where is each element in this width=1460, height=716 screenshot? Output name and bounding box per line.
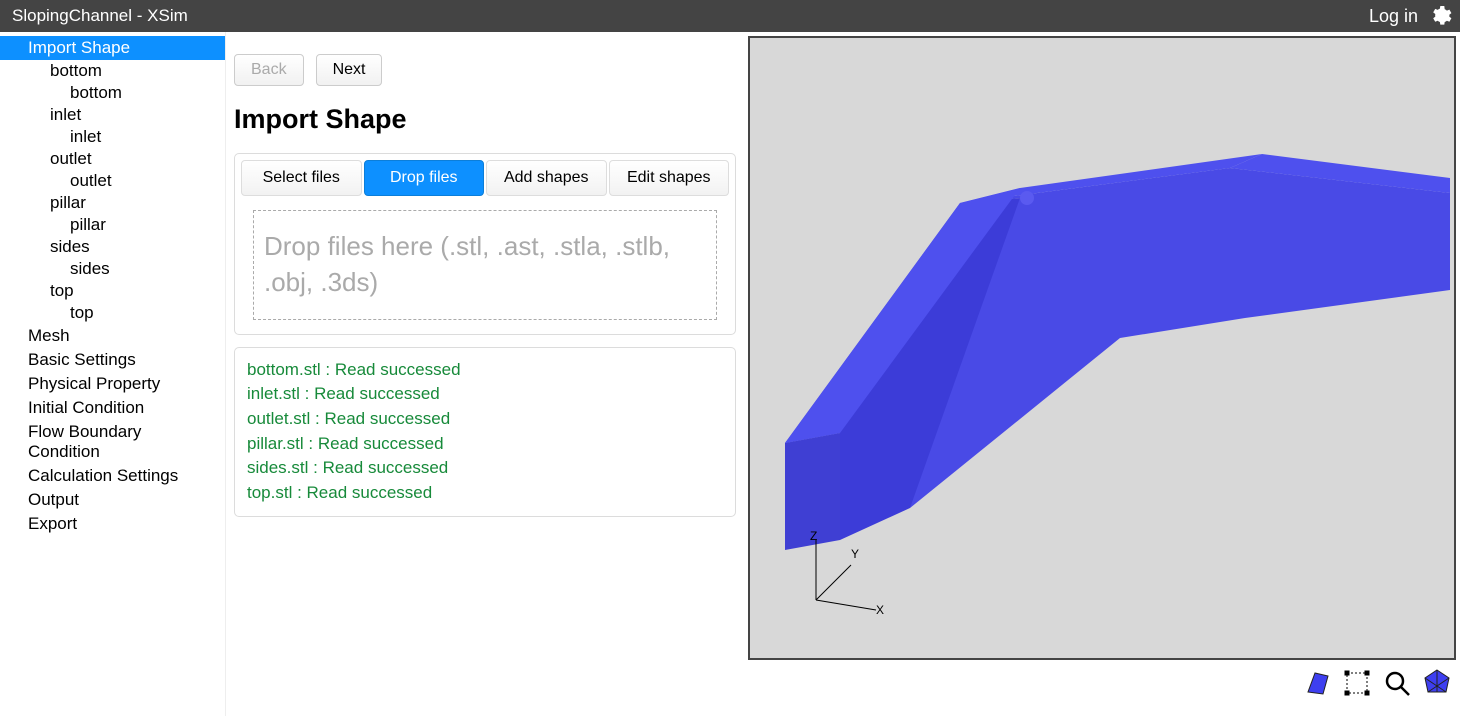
sidebar-item-top[interactable]: top: [0, 280, 225, 302]
drop-zone[interactable]: Drop files here (.stl, .ast, .stla, .stl…: [253, 210, 717, 320]
log-line: outlet.stl : Read successed: [247, 407, 723, 432]
sidebar-item-inlet[interactable]: inlet: [0, 104, 225, 126]
log-line: bottom.stl : Read successed: [247, 358, 723, 383]
sidebar: Import Shapebottombottominletinletoutlet…: [0, 32, 226, 716]
sidebar-item-mesh[interactable]: Mesh: [0, 324, 225, 348]
sidebar-item-output[interactable]: Output: [0, 488, 225, 512]
sidebar-item-sides[interactable]: sides: [0, 258, 225, 280]
next-button[interactable]: Next: [316, 54, 383, 86]
sidebar-item-top[interactable]: top: [0, 302, 225, 324]
wireframe-icon[interactable]: [1422, 668, 1452, 698]
tab-drop-files[interactable]: Drop files: [364, 160, 485, 196]
center-panel: Back Next Import Shape Select filesDrop …: [226, 32, 744, 716]
zoom-icon[interactable]: [1382, 668, 1412, 698]
tab-panel: Select filesDrop filesAdd shapesEdit sha…: [234, 153, 736, 335]
log-line: pillar.stl : Read successed: [247, 432, 723, 457]
bounding-box-icon[interactable]: [1342, 668, 1372, 698]
sidebar-item-initial-condition[interactable]: Initial Condition: [0, 396, 225, 420]
viewport-3d[interactable]: Z Y X: [748, 36, 1456, 660]
login-link[interactable]: Log in: [1369, 6, 1418, 27]
log-line: inlet.stl : Read successed: [247, 382, 723, 407]
viewport-tools: [744, 660, 1460, 702]
tab-select-files[interactable]: Select files: [241, 160, 362, 196]
sidebar-item-pillar[interactable]: pillar: [0, 214, 225, 236]
sidebar-item-export[interactable]: Export: [0, 512, 225, 536]
window-title: SlopingChannel - XSim: [12, 6, 188, 26]
import-log: bottom.stl : Read successedinlet.stl : R…: [234, 347, 736, 517]
perspective-icon[interactable]: [1302, 668, 1332, 698]
sidebar-item-sides[interactable]: sides: [0, 236, 225, 258]
sidebar-item-bottom[interactable]: bottom: [0, 82, 225, 104]
sidebar-item-calculation-settings[interactable]: Calculation Settings: [0, 464, 225, 488]
sidebar-item-outlet[interactable]: outlet: [0, 170, 225, 192]
tab-add-shapes[interactable]: Add shapes: [486, 160, 607, 196]
model-3d: [750, 38, 1450, 658]
sidebar-item-physical-property[interactable]: Physical Property: [0, 372, 225, 396]
back-button[interactable]: Back: [234, 54, 304, 86]
sidebar-item-pillar[interactable]: pillar: [0, 192, 225, 214]
log-line: sides.stl : Read successed: [247, 456, 723, 481]
tab-edit-shapes[interactable]: Edit shapes: [609, 160, 730, 196]
log-line: top.stl : Read successed: [247, 481, 723, 506]
sidebar-item-flow-boundary-condition[interactable]: Flow Boundary Condition: [0, 420, 225, 464]
sidebar-item-inlet[interactable]: inlet: [0, 126, 225, 148]
sidebar-item-basic-settings[interactable]: Basic Settings: [0, 348, 225, 372]
title-bar: SlopingChannel - XSim Log in: [0, 0, 1460, 32]
sidebar-item-bottom[interactable]: bottom: [0, 60, 225, 82]
viewport-wrap: Z Y X: [744, 32, 1460, 716]
page-title: Import Shape: [234, 104, 736, 135]
sidebar-item-outlet[interactable]: outlet: [0, 148, 225, 170]
sidebar-item-import-shape[interactable]: Import Shape: [0, 36, 225, 60]
gear-icon[interactable]: [1428, 4, 1452, 28]
